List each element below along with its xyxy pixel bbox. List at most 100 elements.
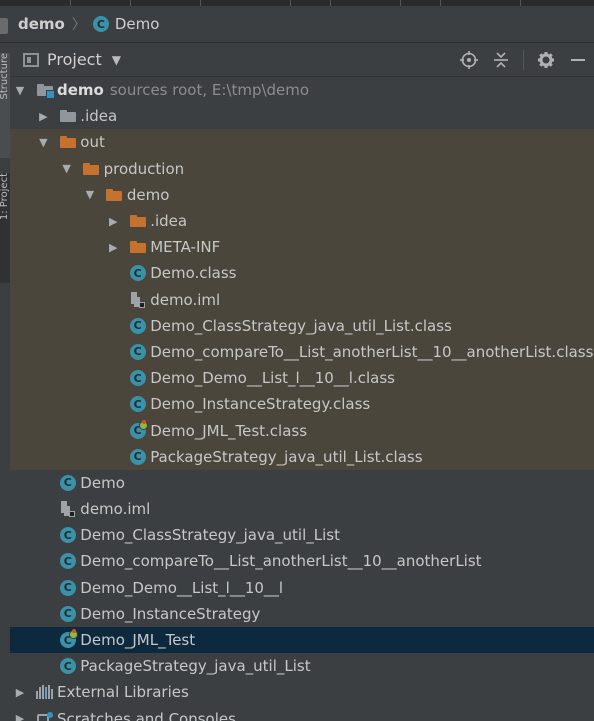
tree-item-label: Demo.class bbox=[150, 264, 236, 282]
tree-row[interactable]: C Demo bbox=[10, 470, 594, 496]
expand-down-icon[interactable]: ▼ bbox=[37, 136, 49, 149]
tree-item-label: Demo_ClassStrategy_java_util_List.class bbox=[150, 317, 452, 335]
tree-row[interactable]: C Demo_InstanceStrategy.class bbox=[10, 391, 594, 418]
tree-item-name: .idea bbox=[80, 107, 118, 126]
folder-icon bbox=[59, 108, 76, 125]
panel-title[interactable]: Project bbox=[47, 50, 102, 69]
tree-row[interactable]: C Demo_JML_Test.class bbox=[10, 417, 594, 444]
tree-item-name: PackageStrategy_java_util_List bbox=[80, 657, 311, 676]
tree-row[interactable]: ▼ production bbox=[10, 155, 594, 182]
excluded-folder-icon bbox=[129, 213, 146, 230]
tree-row[interactable]: ▼ out bbox=[10, 129, 594, 156]
tool-tab-project[interactable]: 1: Project bbox=[0, 173, 10, 283]
tree-item-name: .idea bbox=[150, 212, 188, 231]
tree-row[interactable]: ▶ Scratches and Consoles bbox=[10, 706, 594, 721]
module-folder-icon bbox=[36, 82, 55, 100]
class-icon: C bbox=[129, 265, 146, 282]
tree-row[interactable]: C Demo_ClassStrategy_java_util_List.class bbox=[10, 312, 594, 339]
tool-tab-structure[interactable]: Structure bbox=[0, 53, 10, 158]
excluded-folder-icon bbox=[83, 160, 100, 177]
tree-item-name: Demo_compareTo__List_anotherList__10__an… bbox=[150, 342, 594, 361]
class-icon: C bbox=[59, 474, 76, 491]
expand-down-icon[interactable]: ▼ bbox=[84, 188, 96, 201]
tree-row[interactable]: C PackageStrategy_java_util_List bbox=[10, 653, 594, 679]
tree-row[interactable]: C Demo_Demo__List_l__10__l.class bbox=[10, 365, 594, 392]
header-divider bbox=[523, 49, 524, 70]
tree-item-name: PackageStrategy_java_util_List.class bbox=[150, 447, 423, 466]
tree-item-name: Demo_JML_Test bbox=[80, 631, 196, 650]
tree-row[interactable]: demo.iml bbox=[10, 496, 594, 522]
class-icon: C bbox=[129, 317, 146, 334]
tree-item-label: Demo_compareTo__List_anotherList__10__an… bbox=[80, 552, 481, 570]
tree-item-name: Demo_JML_Test.class bbox=[150, 421, 308, 440]
breadcrumb-project[interactable]: demo bbox=[18, 15, 65, 33]
class-icon: C bbox=[92, 16, 109, 32]
navigation-bar: demo 〉 C Demo bbox=[0, 6, 594, 43]
tree-row[interactable]: ▶ .idea bbox=[10, 103, 594, 129]
tree-row[interactable]: demo.iml bbox=[10, 286, 594, 313]
tree-item-label: Demo_InstanceStrategy.class bbox=[150, 395, 370, 413]
tree-row[interactable]: ▼ demo sources root, E:\tmp\demo bbox=[10, 77, 594, 103]
tree-item-label: Demo_JML_Test bbox=[80, 631, 195, 649]
tree-item-label: production bbox=[104, 160, 185, 178]
excluded-folder-icon bbox=[129, 239, 146, 256]
tree-item-label: Demo bbox=[80, 474, 125, 492]
tree-row[interactable]: C Demo_compareTo__List_anotherList__10__a… bbox=[10, 548, 594, 574]
tree-row[interactable]: ▶ External Libraries bbox=[10, 679, 594, 705]
tree-row[interactable]: C Demo.class bbox=[10, 260, 594, 287]
chevron-down-icon[interactable]: ▼ bbox=[112, 53, 121, 67]
tool-tab-structure-label: Structure bbox=[0, 53, 10, 100]
tree-item-name: production bbox=[103, 159, 185, 178]
tree-item-detail: sources root, E:\tmp\demo bbox=[109, 81, 310, 100]
tree-item-label: META-INF bbox=[150, 238, 220, 256]
tree-item-name: Demo_ClassStrategy_java_util_List.class bbox=[150, 316, 452, 335]
tree-row[interactable]: C PackageStrategy_java_util_List.class bbox=[10, 443, 594, 470]
tree-row[interactable]: ▶ .idea bbox=[10, 207, 594, 235]
tree-item-name: Demo.class bbox=[150, 264, 237, 283]
class-icon: C bbox=[59, 605, 76, 622]
tree-item-label: Demo_ClassStrategy_java_util_List bbox=[80, 526, 340, 544]
panel-actions bbox=[453, 43, 594, 76]
expand-right-icon[interactable]: ▶ bbox=[107, 241, 119, 254]
tree-item-name: External Libraries bbox=[57, 683, 189, 702]
locate-icon[interactable] bbox=[456, 47, 482, 73]
tree-row[interactable]: C Demo_JML_Test bbox=[10, 626, 594, 654]
expand-down-icon[interactable]: ▼ bbox=[14, 84, 26, 97]
tree-item-name: out bbox=[80, 133, 105, 152]
tree-row[interactable]: C Demo_compareTo__List_anotherList__10__a… bbox=[10, 338, 594, 366]
expand-down-icon[interactable]: ▼ bbox=[61, 162, 73, 175]
tree-row[interactable]: ▶ META-INF bbox=[10, 234, 594, 261]
tree-row[interactable]: C Demo_InstanceStrategy bbox=[10, 601, 594, 627]
test-class-icon: C bbox=[59, 629, 78, 649]
nav-edge-icon bbox=[0, 18, 8, 34]
tree-item-label: demo bbox=[127, 186, 170, 204]
tree-item-label: .idea bbox=[80, 107, 117, 125]
expand-right-icon[interactable]: ▶ bbox=[107, 215, 119, 228]
tree-item-label: Demo_compareTo__List_anotherList__10__an… bbox=[150, 343, 593, 361]
collapse-all-icon[interactable] bbox=[488, 47, 514, 73]
tree-item-name: demo.iml bbox=[150, 290, 221, 309]
tree-item-name: demo bbox=[126, 185, 170, 204]
project-tree[interactable]: ▼ demo sources root, E:\tmp\demo ▶ .idea ▼ out… bbox=[10, 77, 594, 721]
tree-row[interactable]: ▼ demo bbox=[10, 181, 594, 208]
tree-item-label: PackageStrategy_java_util_List.class bbox=[150, 448, 422, 466]
excluded-folder-icon bbox=[59, 134, 76, 151]
breadcrumb-class[interactable]: C Demo bbox=[92, 15, 160, 33]
class-icon: C bbox=[129, 448, 146, 465]
tree-row[interactable]: C Demo_Demo__List_l__10__l bbox=[10, 575, 594, 601]
expand-right-icon[interactable]: ▶ bbox=[37, 110, 49, 123]
tree-item-name: Demo_Demo__List_l__10__l bbox=[80, 578, 284, 597]
tree-item-name: Demo_Demo__List_l__10__l.class bbox=[150, 369, 395, 388]
gear-icon[interactable] bbox=[533, 47, 559, 73]
chevron-right-icon: 〉 bbox=[71, 17, 86, 33]
class-icon: C bbox=[129, 396, 146, 413]
expand-right-icon[interactable]: ▶ bbox=[14, 686, 26, 699]
libraries-icon bbox=[36, 684, 53, 701]
breadcrumb-class-label: Demo bbox=[114, 15, 160, 33]
project-panel-header: Project ▼ bbox=[10, 43, 594, 77]
tree-item-name: Scratches and Consoles bbox=[57, 709, 236, 721]
expand-right-icon[interactable]: ▶ bbox=[14, 712, 26, 721]
hide-panel-icon[interactable] bbox=[565, 47, 591, 73]
tree-item-name: Demo_InstanceStrategy bbox=[80, 604, 261, 623]
tree-row[interactable]: C Demo_ClassStrategy_java_util_List bbox=[10, 522, 594, 548]
